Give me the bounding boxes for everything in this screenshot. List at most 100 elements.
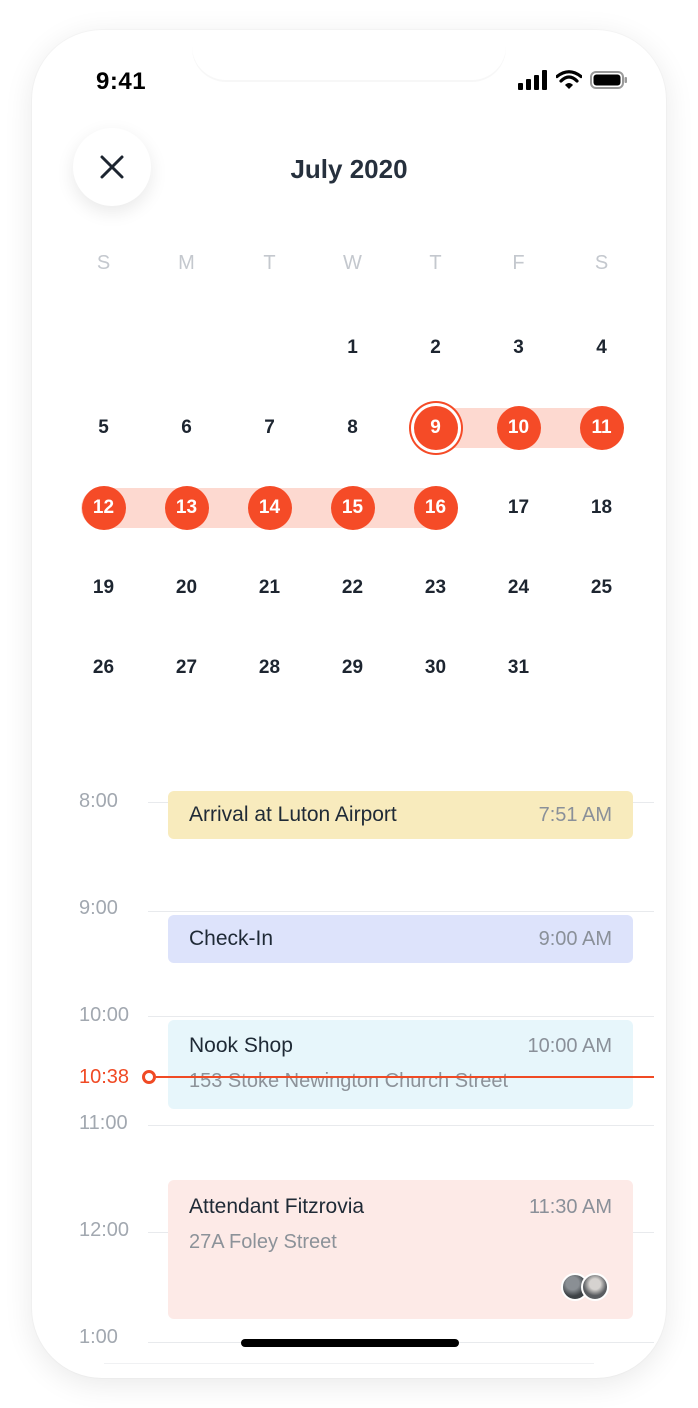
phone-frame: 9:41 July 2020 S M T W T F S 1 2 3 4 5 6…: [32, 30, 666, 1378]
hour-label: 11:00: [79, 1112, 128, 1134]
calendar-day-number: 26: [92, 657, 115, 678]
calendar-day-number: 5: [98, 417, 109, 438]
calendar-day[interactable]: 17: [477, 486, 560, 530]
weekday-label: F: [512, 252, 525, 274]
calendar-day-number: 29: [341, 657, 364, 678]
calendar-day-number: 3: [513, 337, 524, 358]
calendar-day[interactable]: 25: [560, 566, 643, 610]
calendar-week: 19 20 21 22 23 24 25: [62, 548, 642, 628]
hour-label: 1:00: [79, 1326, 118, 1348]
event-address: 27A Foley Street: [189, 1231, 337, 1253]
calendar-day-number: 1: [347, 337, 358, 358]
calendar-day[interactable]: 8: [311, 406, 394, 450]
calendar-empty-cell: [560, 646, 643, 690]
weekday-label: S: [96, 252, 111, 274]
calendar: S M T W T F S 1 2 3 4 5 6 7 8 9 10 11 12 13 14 15 16 17 1…: [62, 245, 642, 708]
wifi-icon: [556, 70, 582, 89]
event-title: Check-In: [189, 927, 274, 950]
event-address: 153 Stoke Newington Church Street: [189, 1070, 509, 1092]
calendar-day[interactable]: 2: [394, 326, 477, 370]
month-title: July 2020: [290, 154, 408, 184]
hour-label: 8:00: [79, 790, 118, 812]
calendar-day[interactable]: 29: [311, 646, 394, 690]
calendar-day-number: 10: [496, 406, 541, 450]
event-time: 10:00 AM: [527, 1034, 612, 1057]
calendar-day[interactable]: 20: [145, 566, 228, 610]
event-arrival[interactable]: Arrival at Luton Airport 7:51 AM: [168, 791, 633, 839]
calendar-week: 12 13 14 15 16 17 18: [62, 468, 642, 548]
calendar-day[interactable]: 6: [145, 406, 228, 450]
hour-line: [148, 1125, 654, 1126]
current-time-dot: [142, 1070, 156, 1084]
calendar-day-number: 17: [507, 497, 530, 518]
calendar-day-number: 23: [424, 577, 447, 598]
calendar-day[interactable]: 30: [394, 646, 477, 690]
event-check-in[interactable]: Check-In 9:00 AM: [168, 915, 633, 963]
calendar-day-number: 7: [264, 417, 275, 438]
calendar-day[interactable]: 28: [228, 646, 311, 690]
event-time: 9:00 AM: [538, 927, 612, 950]
calendar-day-number: 16: [413, 486, 458, 530]
event-title: Nook Shop: [189, 1034, 293, 1057]
current-time-line: [156, 1076, 654, 1078]
calendar-day-number: [165, 326, 209, 370]
calendar-day-number: 24: [507, 577, 530, 598]
calendar-empty-cell: [62, 326, 145, 370]
weekday-label: T: [429, 252, 442, 274]
calendar-day-number: 27: [175, 657, 198, 678]
hour-label: 10:00: [79, 1004, 130, 1026]
weekday-label: W: [343, 252, 362, 274]
calendar-day[interactable]: 3: [477, 326, 560, 370]
calendar-day[interactable]: 5: [62, 406, 145, 450]
attendee-avatars[interactable]: [561, 1273, 609, 1301]
calendar-grid: 1 2 3 4 5 6 7 8 9 10 11 12 13 14 15 16 17 18 19 20 21 22 23 24 2…: [62, 308, 642, 708]
calendar-day-number: 9: [413, 406, 458, 450]
calendar-empty-cell: [145, 326, 228, 370]
calendar-day-number: 20: [175, 577, 198, 598]
calendar-day-number: 14: [247, 486, 292, 530]
day-timeline: 8:00 9:00 10:00 11:00 12:00 1:00 Arrival…: [32, 750, 666, 1370]
calendar-day[interactable]: 18: [560, 486, 643, 530]
calendar-day-number: 13: [164, 486, 209, 530]
calendar-day[interactable]: 7: [228, 406, 311, 450]
calendar-day[interactable]: 21: [228, 566, 311, 610]
calendar-day[interactable]: 27: [145, 646, 228, 690]
calendar-day-number: 22: [341, 577, 364, 598]
calendar-week: 5 6 7 8 9 10 11: [62, 388, 642, 468]
calendar-day[interactable]: 23: [394, 566, 477, 610]
calendar-day-number: 15: [330, 486, 375, 530]
hour-label: 9:00: [79, 897, 118, 919]
notch: [192, 30, 506, 80]
signal-icon: [518, 70, 547, 90]
calendar-day-number: 31: [507, 657, 530, 678]
weekday-header: S M T W T F S: [62, 245, 642, 281]
weekday-label: T: [263, 252, 276, 274]
avatar: [581, 1273, 609, 1301]
calendar-day-number: 25: [590, 577, 613, 598]
divider: [104, 1363, 594, 1364]
calendar-day-number: 19: [92, 577, 115, 598]
calendar-week: 26 27 28 29 30 31: [62, 628, 642, 708]
calendar-day-number: 30: [424, 657, 447, 678]
calendar-day[interactable]: 1: [311, 326, 394, 370]
calendar-day[interactable]: 4: [560, 326, 643, 370]
calendar-day[interactable]: 26: [62, 646, 145, 690]
calendar-day-number: [580, 646, 624, 690]
calendar-day[interactable]: 24: [477, 566, 560, 610]
calendar-day-number: 12: [81, 486, 126, 530]
calendar-day-number: 6: [181, 417, 192, 438]
calendar-day[interactable]: 22: [311, 566, 394, 610]
calendar-day-number: 2: [430, 337, 441, 358]
battery-icon: [590, 71, 627, 89]
calendar-day-number: 4: [596, 337, 607, 358]
event-nook-shop[interactable]: Nook Shop 10:00 AM 153 Stoke Newington C…: [168, 1020, 633, 1109]
event-title: Arrival at Luton Airport: [189, 803, 397, 826]
calendar-day-number: 21: [258, 577, 281, 598]
calendar-day[interactable]: 31: [477, 646, 560, 690]
status-time: 9:41: [96, 68, 147, 95]
event-attendant-fitzrovia[interactable]: Attendant Fitzrovia 11:30 AM 27A Foley S…: [168, 1180, 633, 1319]
calendar-day-number: 18: [590, 497, 613, 518]
hour-line: [148, 911, 654, 912]
current-time-label: 10:38: [79, 1066, 130, 1088]
calendar-day[interactable]: 19: [62, 566, 145, 610]
